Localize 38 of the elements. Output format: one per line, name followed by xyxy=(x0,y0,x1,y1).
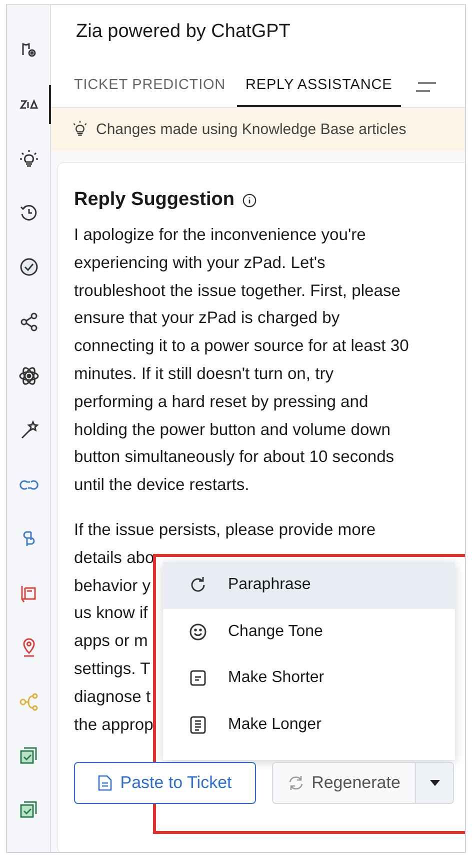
check-icon xyxy=(18,257,38,278)
short-icon xyxy=(188,668,208,688)
caret-icon xyxy=(430,780,440,786)
share-icon xyxy=(18,312,38,332)
bulb-icon xyxy=(71,120,89,138)
paragraph-line: details abo xyxy=(74,546,154,569)
panel-title: Zia powered by ChatGPT xyxy=(51,5,465,49)
book-icon xyxy=(18,583,38,604)
tab[interactable]: TICKET PREDICTION xyxy=(65,67,235,107)
bulb-icon xyxy=(18,148,38,169)
menu-item[interactable]: Make Shorter xyxy=(163,655,455,702)
paste-button[interactable]: Paste to Ticket xyxy=(74,762,256,804)
ticket-icon xyxy=(18,800,38,820)
smile-icon xyxy=(188,622,208,642)
long-icon xyxy=(188,714,208,735)
menu-item[interactable]: Make Longer xyxy=(163,702,455,748)
paragraph-line: diagnose t xyxy=(74,686,151,708)
ticket-icon xyxy=(18,746,38,766)
paragraph-line: If the issue persists, please provide more xyxy=(74,518,376,541)
card-heading: Reply Suggestion xyxy=(74,189,234,211)
menu-icon[interactable] xyxy=(415,81,438,93)
wand-icon xyxy=(18,420,38,440)
info-icon[interactable] xyxy=(242,192,258,208)
paragraph-line: apps or m xyxy=(74,630,148,652)
banner-text: Changes made using Knowledge Base articles xyxy=(96,120,406,138)
menu-item[interactable]: Change Tone xyxy=(163,608,455,655)
menu-item[interactable]: Paraphrase xyxy=(163,562,455,608)
paragraph-line: the approp xyxy=(74,714,154,736)
reply-paragraph: I apologize for the inconvenience you're experiencing with your zPad. Let's troubleshoot the issue together. First, please ensure that your zPad is charged by connecting it to a power source for at least 30 minutes. If it still doesn't turn on, try performing a hard reset by pressing and holding the power button and volume down button simultaneously for about 10 seconds until the device restarts. xyxy=(74,224,410,496)
paragraph-line: behavior y xyxy=(74,574,151,597)
paragraph-line: us know if xyxy=(74,602,148,624)
document-icon xyxy=(98,775,112,792)
refresh-icon xyxy=(288,775,304,792)
atom-icon xyxy=(18,366,38,386)
history-icon xyxy=(18,203,38,224)
flow-icon xyxy=(18,692,38,712)
paragraph-line: settings. T xyxy=(74,658,150,680)
regenerate-button[interactable]: Regenerate xyxy=(273,763,415,804)
